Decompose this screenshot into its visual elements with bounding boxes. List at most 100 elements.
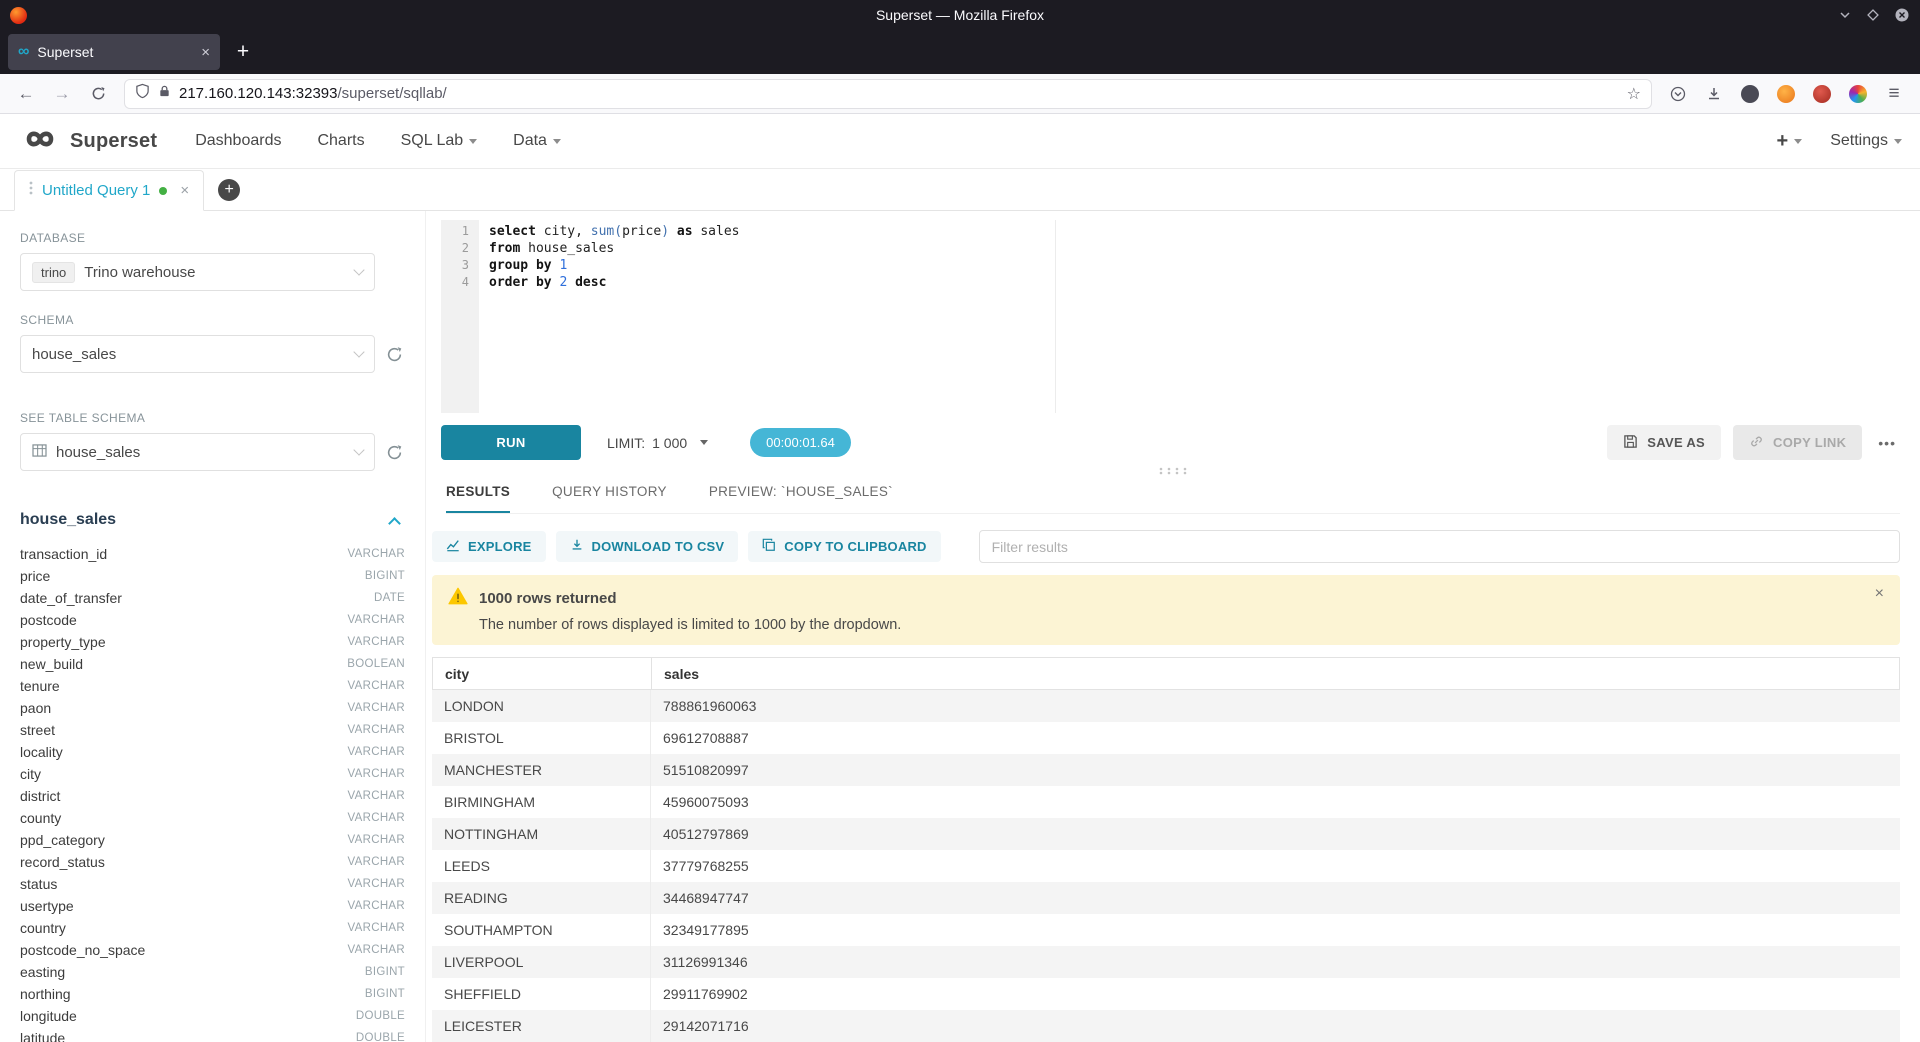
reload-button[interactable]: [82, 79, 114, 109]
cell-city: NOTTINGHAM: [432, 826, 650, 842]
nav-item-data[interactable]: Data: [513, 132, 561, 150]
copy-to-clipboard-button[interactable]: COPY TO CLIPBOARD: [748, 531, 940, 562]
sql-token: desc: [567, 275, 606, 290]
alert-close-icon[interactable]: ×: [1875, 585, 1884, 603]
save-icon: [1623, 434, 1638, 452]
table-column-row: longitude DOUBLE: [20, 1005, 405, 1027]
warning-icon: [448, 587, 468, 610]
extension-icon-4[interactable]: [1842, 79, 1874, 109]
window-close-button[interactable]: [1894, 7, 1910, 23]
table-column-row: postcode VARCHAR: [20, 609, 405, 631]
sql-editor[interactable]: 1234 select city, sum(price) as salesfro…: [441, 220, 1900, 413]
url-bar[interactable]: 217.160.120.143:32393/superset/sqllab/ ☆: [124, 79, 1652, 109]
results-table-header[interactable]: city sales: [432, 657, 1900, 690]
new-browser-tab-button[interactable]: +: [228, 37, 258, 67]
cell-city: BRISTOL: [432, 730, 650, 746]
hamburger-menu-icon[interactable]: ≡: [1878, 79, 1910, 109]
drag-handle-icon[interactable]: [29, 180, 33, 201]
table-column-row: city VARCHAR: [20, 763, 405, 785]
add-query-tab-button[interactable]: +: [218, 179, 240, 201]
sql-token: group by: [489, 258, 552, 273]
chevron-down-icon: [469, 139, 477, 144]
firefox-icon[interactable]: [10, 7, 27, 24]
superset-brand[interactable]: Superset: [18, 125, 157, 158]
browser-tab-close-icon[interactable]: ×: [201, 44, 210, 61]
brand-name: Superset: [70, 130, 157, 153]
cell-sales: 45960075093: [650, 786, 1900, 818]
cell-city: LIVERPOOL: [432, 954, 650, 970]
superset-logo-icon: [18, 125, 62, 158]
table-row: NOTTINGHAM 40512797869: [432, 818, 1900, 850]
run-query-button[interactable]: RUN: [441, 425, 581, 460]
table-icon: [32, 444, 47, 461]
nav-item-dashboards[interactable]: Dashboards: [195, 132, 281, 150]
cell-sales: 51510820997: [650, 754, 1900, 786]
new-item-button[interactable]: +: [1777, 130, 1803, 153]
save-as-button[interactable]: SAVE AS: [1607, 425, 1721, 460]
limit-dropdown[interactable]: LIMIT: 1 000: [607, 435, 708, 451]
extension-icon-2[interactable]: [1770, 79, 1802, 109]
explore-button[interactable]: EXPLORE: [432, 531, 546, 562]
collapse-table-icon[interactable]: [388, 517, 401, 530]
nav-item-sql-lab[interactable]: SQL Lab: [401, 132, 478, 150]
column-name: locality: [20, 744, 63, 760]
table-select[interactable]: house_sales: [20, 433, 375, 471]
table-column-row: northing BIGINT: [20, 983, 405, 1005]
table-column-row: paon VARCHAR: [20, 697, 405, 719]
panel-resize-handle[interactable]: [426, 466, 1920, 476]
filter-results-input[interactable]: [979, 530, 1900, 563]
tab-results[interactable]: RESULTS: [446, 484, 510, 513]
editor-code[interactable]: select city, sum(price) as salesfrom hou…: [479, 220, 1900, 413]
pocket-icon[interactable]: [1662, 79, 1694, 109]
column-name: date_of_transfer: [20, 590, 122, 606]
cell-city: SOUTHAMPTON: [432, 922, 650, 938]
cell-city: MANCHESTER: [432, 762, 650, 778]
download-csv-button[interactable]: DOWNLOAD TO CSV: [556, 531, 739, 562]
cell-sales: 34468947747: [650, 882, 1900, 914]
table-row: BIRMINGHAM 45960075093: [432, 786, 1900, 818]
limit-value: 1 000: [652, 435, 687, 451]
column-header-sales[interactable]: sales: [651, 658, 1899, 689]
see-table-schema-label: SEE TABLE SCHEMA: [20, 411, 405, 425]
column-type: DOUBLE: [356, 1010, 405, 1022]
extension-icon-3[interactable]: [1806, 79, 1838, 109]
superset-navbar: Superset Dashboards Charts SQL Lab Data …: [0, 114, 1920, 169]
browser-tab[interactable]: ∞ Superset ×: [8, 34, 220, 70]
column-type: VARCHAR: [348, 724, 405, 736]
shield-icon[interactable]: [135, 83, 150, 104]
bookmark-star-icon[interactable]: ☆: [1627, 84, 1641, 104]
refresh-tables-button[interactable]: [383, 444, 405, 461]
refresh-schemas-button[interactable]: [383, 346, 405, 363]
table-column-row: street VARCHAR: [20, 719, 405, 741]
database-select[interactable]: trino Trino warehouse: [20, 253, 375, 291]
column-type: BIGINT: [365, 988, 405, 1000]
lock-icon[interactable]: [158, 84, 171, 103]
column-name: latitude: [20, 1030, 65, 1042]
schema-select[interactable]: house_sales: [20, 335, 375, 373]
schema-label: SCHEMA: [20, 313, 405, 327]
cell-city: LEEDS: [432, 858, 650, 874]
query-tab-close-icon[interactable]: ×: [180, 182, 189, 199]
window-maximize-button[interactable]: [1866, 8, 1880, 22]
column-header-city[interactable]: city: [433, 666, 651, 682]
column-type: VARCHAR: [348, 702, 405, 714]
chart-icon: [446, 538, 460, 555]
back-button[interactable]: ←: [10, 79, 42, 109]
cell-sales: 37779768255: [650, 850, 1900, 882]
database-select-value: Trino warehouse: [84, 264, 195, 281]
settings-menu[interactable]: Settings: [1830, 132, 1902, 150]
forward-button[interactable]: →: [46, 79, 78, 109]
more-options-button[interactable]: •••: [1874, 435, 1900, 451]
downloads-icon[interactable]: [1698, 79, 1730, 109]
extension-icon-1[interactable]: [1734, 79, 1766, 109]
table-row: SHEFFIELD 29911769902: [432, 978, 1900, 1010]
window-minimize-button[interactable]: [1838, 8, 1852, 22]
cell-sales: 31126991346: [650, 946, 1900, 978]
column-type: VARCHAR: [348, 856, 405, 868]
nav-item-charts[interactable]: Charts: [317, 132, 364, 150]
copy-link-button[interactable]: COPY LINK: [1733, 425, 1862, 460]
query-tab-active[interactable]: Untitled Query 1 ×: [14, 170, 204, 211]
tab-query-history[interactable]: QUERY HISTORY: [552, 484, 667, 513]
column-type: VARCHAR: [348, 790, 405, 802]
tab-preview-table[interactable]: PREVIEW: `HOUSE_SALES`: [709, 484, 893, 513]
